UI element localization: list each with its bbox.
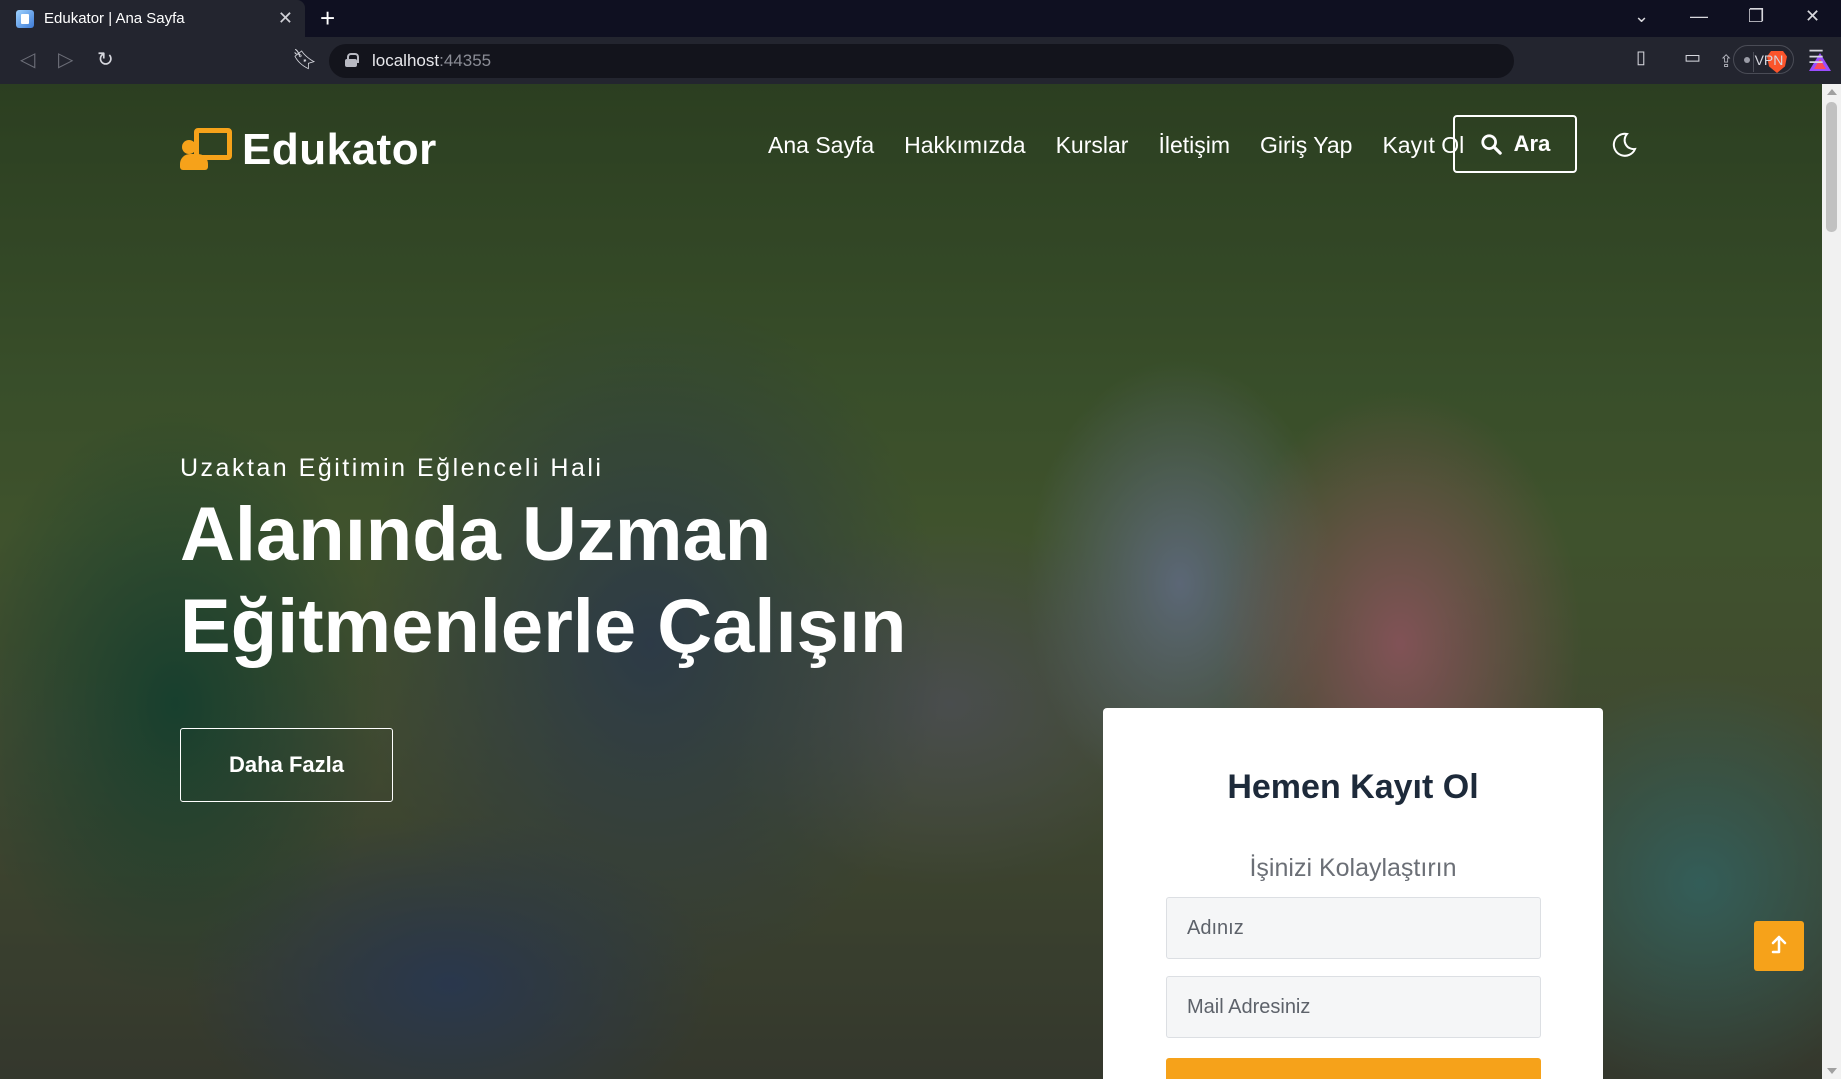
signup-subtitle: İşinizi Kolaylaştırın (1249, 854, 1457, 882)
menu-icon[interactable]: ☰ (1808, 47, 1824, 68)
url-text[interactable]: localhost:44355 (372, 51, 491, 71)
share-icon[interactable]: ⇪ (1719, 52, 1733, 72)
browser-tab[interactable]: Edukator | Ana Sayfa ✕ (0, 0, 305, 37)
bookmark-icon[interactable]: 🔖︎ (292, 47, 317, 72)
tab-search-icon[interactable]: ⌄ (1634, 6, 1649, 27)
forward-icon[interactable]: ▷ (58, 47, 73, 72)
nav-link-courses[interactable]: Kurslar (1056, 132, 1129, 159)
scroll-to-top-button[interactable] (1754, 921, 1804, 971)
vpn-status-icon (1743, 56, 1750, 63)
name-input[interactable] (1166, 897, 1541, 959)
minimize-icon[interactable]: — (1690, 6, 1708, 27)
page-scrollbar[interactable] (1822, 84, 1841, 1079)
nav-link-contact[interactable]: İletişim (1158, 132, 1230, 159)
hero-title: Alanında Uzman Eğitmenlerle Çalışın (180, 489, 906, 673)
scroll-down-icon[interactable] (1827, 1068, 1837, 1074)
close-window-icon[interactable]: ✕ (1805, 6, 1820, 27)
sidebar-icon[interactable]: ▯ (1636, 47, 1646, 68)
search-button[interactable]: Ara (1453, 115, 1577, 173)
favicon-icon (16, 9, 34, 28)
main-nav: Ana Sayfa Hakkımızda Kurslar İletişim Gi… (768, 132, 1494, 159)
hero-subtitle: Uzaktan Eğitimin Eğlenceli Hali (180, 454, 604, 482)
address-bar[interactable]: localhost:44355 ⇪ (329, 44, 1831, 78)
vpn-button[interactable]: VPN (1733, 45, 1794, 74)
email-input[interactable] (1166, 976, 1541, 1038)
browser-toolbar: ◁ ▷ ↻ 🔖︎ localhost:44355 ⇪ ▯ ▭ VPN ☰ (0, 37, 1841, 84)
hero-title-line-2: Eğitmenlerle Çalışın (180, 584, 907, 669)
scroll-to-top-icon (1771, 935, 1787, 954)
search-label: Ara (1513, 131, 1551, 156)
moon-icon[interactable] (1610, 131, 1638, 159)
hero-title-line-1: Alanında Uzman (180, 492, 772, 577)
vpn-label: VPN (1754, 51, 1784, 68)
signup-card: Hemen Kayıt Ol İşinizi Kolaylaştırın (1103, 708, 1603, 1079)
site-logo[interactable]: Edukator (180, 125, 437, 175)
wallet-icon[interactable]: ▭ (1684, 47, 1701, 68)
scroll-up-icon[interactable] (1827, 89, 1837, 95)
lock-icon[interactable] (345, 53, 359, 67)
reload-icon[interactable]: ↻ (97, 47, 114, 72)
search-icon (1481, 134, 1502, 155)
browser-tab-bar: Edukator | Ana Sayfa ✕ + ⌄ — ❐ ✕ (0, 0, 1841, 37)
hero-section: Edukator Ana Sayfa Hakkımızda Kurslar İl… (0, 84, 1822, 1079)
tab-title: Edukator | Ana Sayfa (44, 10, 185, 27)
nav-link-about[interactable]: Hakkımızda (904, 132, 1025, 159)
nav-link-home[interactable]: Ana Sayfa (768, 132, 874, 159)
signup-title: Hemen Kayıt Ol (1227, 768, 1479, 806)
page-viewport: Edukator Ana Sayfa Hakkımızda Kurslar İl… (0, 84, 1822, 1079)
scrollbar-thumb[interactable] (1826, 102, 1837, 232)
signup-submit-button[interactable] (1166, 1058, 1541, 1079)
logo-text: Edukator (242, 125, 437, 174)
restore-icon[interactable]: ❐ (1748, 6, 1764, 27)
close-tab-icon[interactable]: ✕ (278, 8, 293, 29)
logo-icon (180, 128, 232, 172)
nav-link-register[interactable]: Kayıt Ol (1382, 132, 1464, 159)
back-icon[interactable]: ◁ (20, 47, 35, 72)
new-tab-icon[interactable]: + (320, 5, 335, 31)
more-button[interactable]: Daha Fazla (180, 728, 393, 802)
nav-link-login[interactable]: Giriş Yap (1260, 132, 1352, 159)
